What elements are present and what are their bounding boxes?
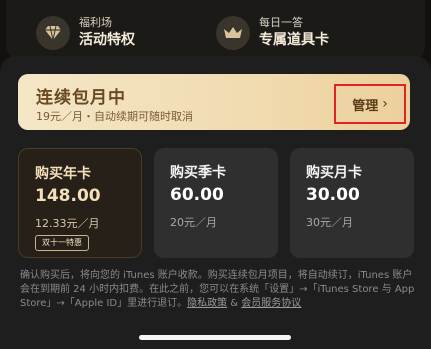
perk-daily[interactable]: 每日一答 专属道具卡 [216, 16, 329, 50]
manage-button[interactable]: 管理 › [334, 84, 406, 124]
terms-and: & [227, 298, 242, 309]
plan-card-month[interactable]: 购买月卡 30.00 30元／月 [290, 148, 414, 258]
home-indicator[interactable] [139, 335, 291, 340]
manage-label: 管理 [352, 98, 379, 114]
plan-unit-price: 12.33元／月 [35, 217, 100, 230]
plan-unit-price: 20元／月 [170, 216, 217, 229]
perk-daily-title: 专属道具卡 [259, 32, 329, 48]
plan-name: 购买年卡 [35, 166, 91, 182]
chevron-right-icon: › [382, 96, 388, 112]
perk-daily-small: 每日一答 [259, 16, 303, 29]
subscription-status-banner: 连续包月中 19元／月・自动续期可随时取消 管理 › [18, 74, 410, 130]
promo-badge: 双十一特惠 [35, 235, 89, 251]
perk-activity-small: 福利场 [79, 16, 112, 29]
diamond-icon [36, 16, 70, 50]
perks-card: 福利场 活动特权 每日一答 专属道具卡 [6, 0, 425, 60]
plan-price: 60.00 [170, 185, 224, 205]
plan-price: 30.00 [306, 185, 360, 205]
plan-name: 购买月卡 [306, 165, 362, 181]
plan-card-year[interactable]: 购买年卡 148.00 12.33元／月 双十一特惠 [18, 148, 142, 258]
privacy-policy-link[interactable]: 隐私政策 [187, 298, 227, 309]
crown-icon [216, 16, 250, 50]
subscription-sheet: 连续包月中 19元／月・自动续期可随时取消 管理 › 购买年卡 148.00 1… [0, 56, 431, 349]
banner-title: 连续包月中 [36, 88, 126, 108]
plan-unit-price: 30元／月 [306, 216, 353, 229]
member-service-link[interactable]: 会员服务协议 [241, 298, 301, 309]
plan-card-quarter[interactable]: 购买季卡 60.00 20元／月 [154, 148, 278, 258]
plan-name: 购买季卡 [170, 165, 226, 181]
banner-subtitle: 19元／月・自动续期可随时取消 [36, 110, 193, 123]
purchase-terms: 确认购买后，将向您的 iTunes 账户收款。购买连续包月项目，将自动续订，iT… [20, 269, 415, 311]
perk-activity[interactable]: 福利场 活动特权 [36, 16, 135, 50]
plan-price: 148.00 [35, 186, 101, 206]
perk-activity-title: 活动特权 [79, 32, 135, 48]
